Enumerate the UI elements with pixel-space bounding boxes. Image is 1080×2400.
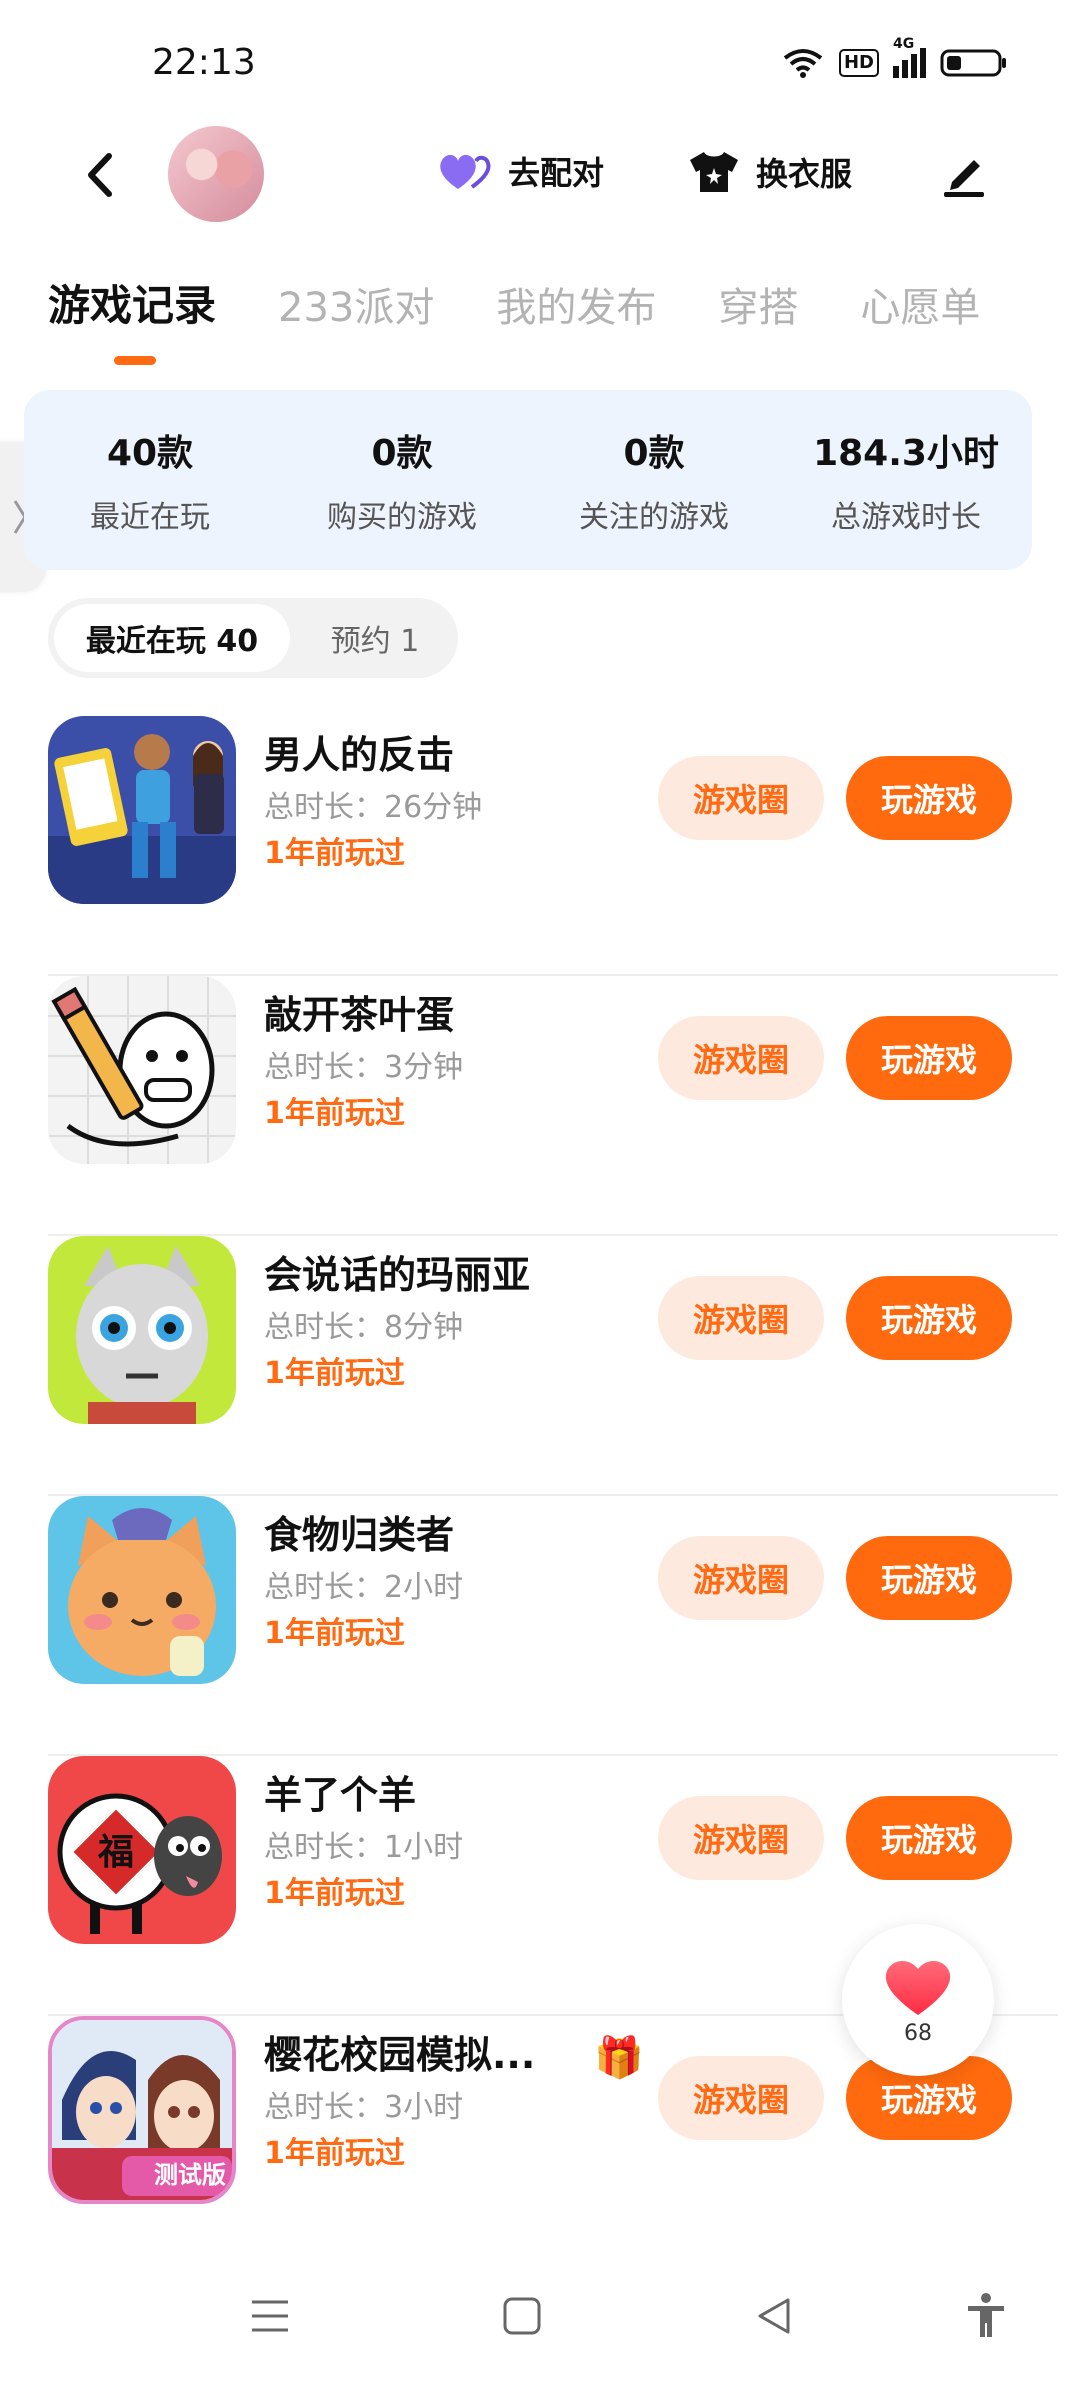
hd-icon: HD [838, 49, 879, 77]
stat-label: 购买的游戏 [327, 500, 477, 535]
filter-recent-button[interactable]: 最近在玩 40 [54, 604, 290, 672]
tab-outfits[interactable]: 穿搭 [718, 275, 798, 333]
status-icons: HD 4G [781, 36, 1008, 80]
game-playtime: 总时长：26分钟 [264, 790, 483, 825]
game-last-played: 1年前玩过 [264, 836, 405, 871]
game-row[interactable]: 食物归类者 总时长：2小时 1年前玩过 游戏圈 玩游戏 [48, 1496, 1058, 1756]
accessibility-icon [968, 2293, 1004, 2337]
status-time: 22:13 [152, 42, 256, 83]
game-name: 会说话的玛丽亚 [264, 1253, 531, 1297]
game-last-played: 1年前玩过 [264, 2136, 405, 2171]
game-playtime: 总时长：1小时 [264, 1830, 464, 1865]
tab-233-party[interactable]: 233派对 [278, 275, 434, 333]
dress-label: 换衣服 [756, 155, 853, 193]
game-name: 羊了个羊 [264, 1773, 417, 1817]
game-circle-button[interactable]: 游戏圈 [658, 1536, 824, 1620]
square-icon [503, 2297, 541, 2335]
game-row[interactable]: 男人的反击 总时长：26分钟 1年前玩过 游戏圈 玩游戏 [48, 716, 1058, 976]
game-last-played: 1年前玩过 [264, 1356, 405, 1391]
stats-card: 40款 最近在玩 0款 购买的游戏 0款 关注的游戏 184.3小时 总游戏时长 [24, 390, 1032, 570]
game-name: 敲开茶叶蛋 [264, 993, 455, 1037]
gift-icon[interactable]: 🎁 [594, 2034, 644, 2081]
filter-reserved-button[interactable]: 预约 1 [300, 604, 450, 672]
play-game-button[interactable]: 玩游戏 [846, 1016, 1012, 1100]
nav-menu-button[interactable] [240, 2286, 300, 2346]
game-circle-button[interactable]: 游戏圈 [658, 756, 824, 840]
stat-value: 184.3小时 [813, 433, 999, 474]
stat-value: 0款 [623, 433, 685, 474]
match-button[interactable]: 去配对 [436, 148, 604, 194]
game-playtime: 总时长：2小时 [264, 1570, 464, 1605]
game-icon[interactable] [48, 1496, 236, 1684]
tshirt-icon [690, 152, 738, 192]
stat-value: 40款 [106, 433, 194, 474]
game-icon[interactable] [48, 976, 236, 1164]
game-circle-button[interactable]: 游戏圈 [658, 2056, 824, 2140]
nav-back-button[interactable] [744, 2286, 804, 2346]
system-nav-bar [0, 2230, 1080, 2400]
like-count: 68 [904, 2020, 932, 2046]
tab-indicator [114, 356, 156, 365]
stat-label: 关注的游戏 [579, 500, 729, 535]
stat-value: 0款 [371, 433, 433, 474]
game-last-played: 1年前玩过 [264, 1616, 405, 1651]
like-float-button[interactable]: 68 [842, 1924, 994, 2076]
match-label: 去配对 [508, 154, 605, 192]
stat-purchased[interactable]: 0款 购买的游戏 [276, 390, 528, 570]
game-playtime: 总时长：8分钟 [264, 1310, 464, 1345]
play-game-button[interactable]: 玩游戏 [846, 1536, 1012, 1620]
tab-bar: 游戏记录 233派对 我的发布 穿搭 心愿单 [48, 272, 980, 333]
game-last-played: 1年前玩过 [264, 1876, 405, 1911]
stat-label: 最近在玩 [90, 500, 210, 535]
play-game-button[interactable]: 玩游戏 [846, 1276, 1012, 1360]
play-game-button[interactable]: 玩游戏 [846, 1796, 1012, 1880]
game-name: 男人的反击 [264, 733, 455, 777]
game-icon[interactable] [48, 716, 236, 904]
pencil-icon [944, 160, 984, 197]
svg-text:福: 福 [97, 1832, 134, 1873]
stat-followed[interactable]: 0款 关注的游戏 [528, 390, 780, 570]
stat-total-playtime[interactable]: 184.3小时 总游戏时长 [780, 390, 1032, 570]
nav-home-button[interactable] [492, 2286, 552, 2346]
test-version-badge: 测试版 [154, 2161, 226, 2189]
double-heart-icon [440, 154, 491, 189]
game-playtime: 总时长：3分钟 [264, 1050, 464, 1085]
network-type: 4G [893, 36, 915, 52]
game-circle-button[interactable]: 游戏圈 [658, 1016, 824, 1100]
game-row[interactable]: 敲开茶叶蛋 总时长：3分钟 1年前玩过 游戏圈 玩游戏 [48, 976, 1058, 1236]
game-circle-button[interactable]: 游戏圈 [658, 1276, 824, 1360]
nav-accessibility-button[interactable] [956, 2286, 1016, 2346]
game-row[interactable]: 会说话的玛丽亚 总时长：8分钟 1年前玩过 游戏圈 玩游戏 [48, 1236, 1058, 1496]
game-circle-button[interactable]: 游戏圈 [658, 1796, 824, 1880]
tab-my-posts[interactable]: 我的发布 [496, 275, 656, 333]
wifi-icon [783, 49, 823, 78]
dress-button[interactable]: 换衣服 [686, 148, 852, 196]
signal-icon: 4G [893, 36, 926, 78]
battery-icon [940, 49, 1006, 77]
stat-recent-play[interactable]: 40款 最近在玩 [24, 390, 276, 570]
game-icon[interactable]: 测试版 [48, 2016, 236, 2204]
game-name: 食物归类者 [264, 1513, 455, 1557]
menu-icon [252, 2300, 288, 2332]
game-icon[interactable]: 福 [48, 1756, 236, 1944]
game-playtime: 总时长：3小时 [264, 2090, 464, 2125]
edit-button[interactable] [940, 150, 988, 198]
game-last-played: 1年前玩过 [264, 1096, 405, 1131]
game-icon[interactable] [48, 1236, 236, 1424]
avatar[interactable] [168, 126, 264, 222]
game-name: 樱花校园模拟... [264, 2033, 536, 2077]
tab-wishlist[interactable]: 心愿单 [860, 275, 980, 333]
triangle-back-icon [758, 2298, 790, 2334]
tab-game-records[interactable]: 游戏记录 [48, 272, 216, 333]
chevron-left-icon [88, 153, 112, 197]
stat-label: 总游戏时长 [831, 500, 981, 535]
play-game-button[interactable]: 玩游戏 [846, 756, 1012, 840]
back-button[interactable] [70, 145, 130, 205]
heart-icon [885, 1960, 951, 2015]
